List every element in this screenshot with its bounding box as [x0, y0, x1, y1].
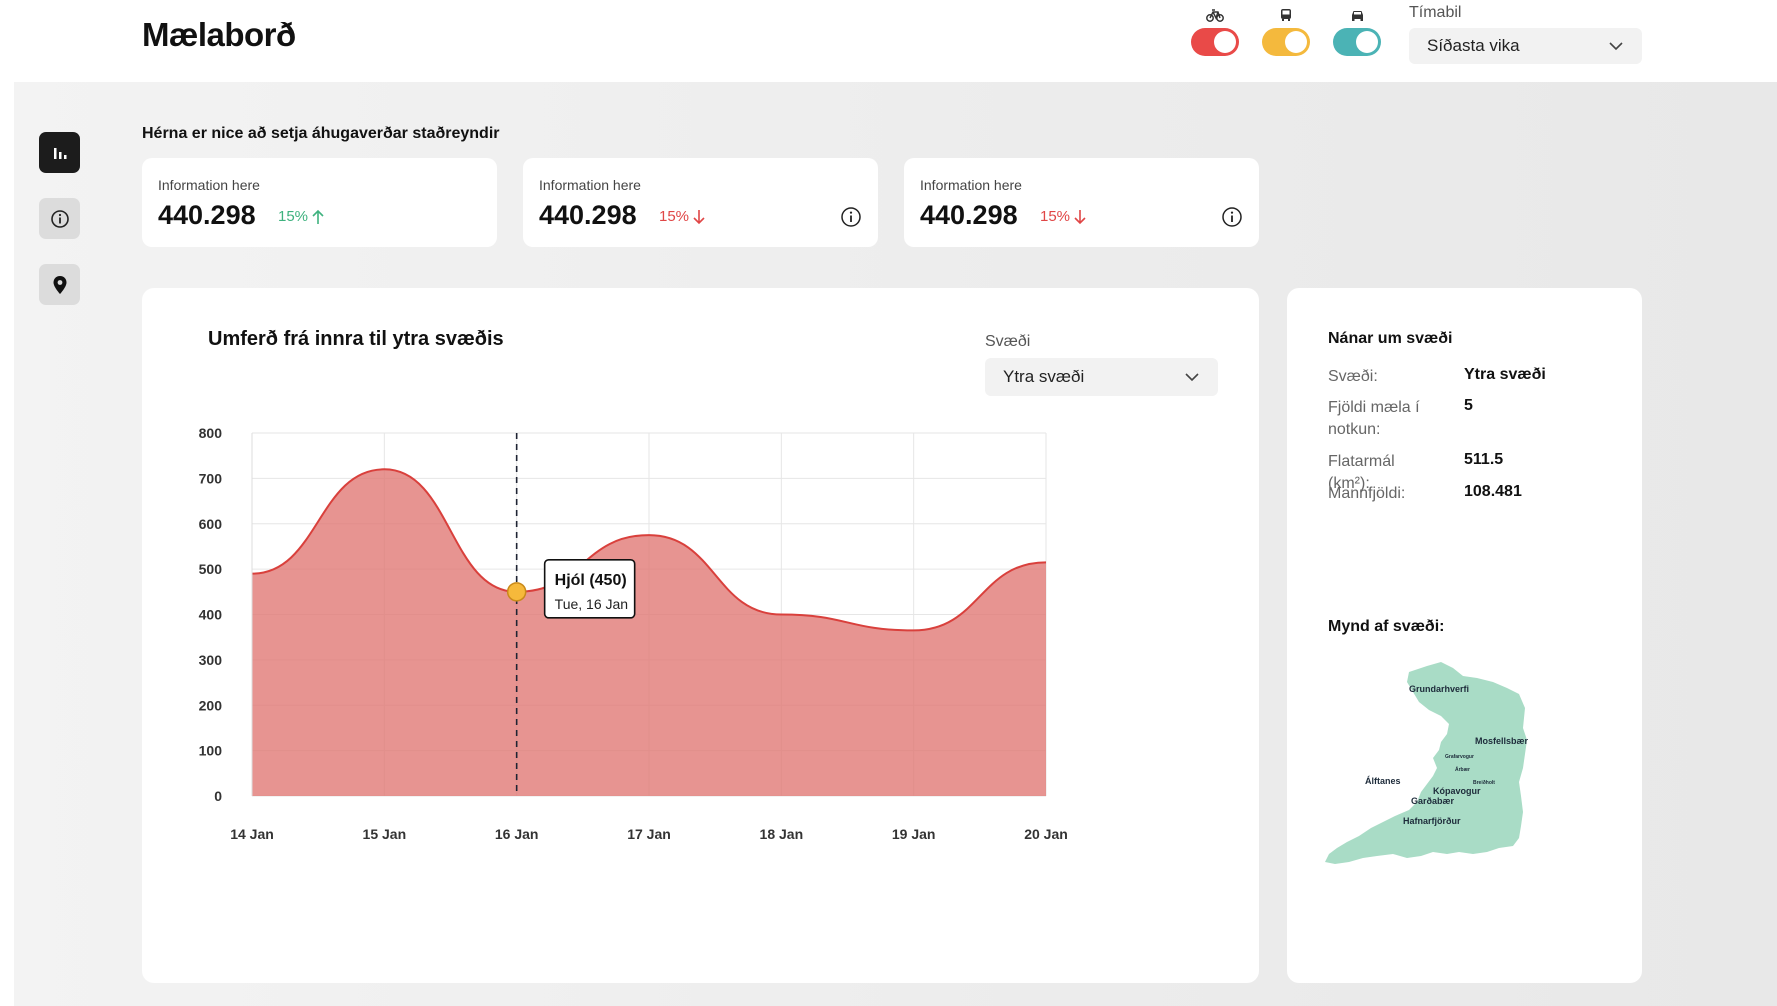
stat-change-value: 15%	[659, 208, 690, 225]
x-tick-label: 14 Jan	[230, 826, 274, 842]
chart-card: 0 100 200 300 400 500 600 700 800 14 Jan 15 Jan 16 …	[142, 288, 1259, 983]
chevron-down-icon	[1609, 42, 1623, 51]
stat-value: 440.298	[920, 200, 1018, 230]
brand-title: Mælaborð	[142, 16, 296, 53]
map-label: Hafnarfjörður	[1403, 816, 1461, 826]
tooltip-title: Hjól (450)	[555, 572, 627, 589]
y-tick-label: 0	[214, 788, 222, 804]
detail-key: Svæði:	[1328, 368, 1378, 385]
bar-chart-icon	[53, 147, 66, 159]
arrow-up-icon	[312, 209, 324, 224]
stat-change-value: 15%	[1040, 208, 1071, 225]
chart-title: Umferð frá innra til ytra svæðis	[208, 328, 504, 350]
toggle-knob	[1214, 31, 1236, 53]
map-pin-icon	[53, 275, 66, 294]
stat-change: 15%	[1040, 208, 1087, 225]
facts-title: Hérna er nice að setja áhugaverðar staðr…	[142, 125, 500, 142]
bike-icon	[1206, 9, 1224, 22]
sidebar-item-map[interactable]	[39, 264, 80, 305]
stat-label: Information here	[158, 177, 260, 193]
bus-toggle-group	[1261, 8, 1311, 56]
arrow-down-icon	[1074, 209, 1086, 224]
details-title: Nánar um svæði	[1328, 330, 1453, 347]
top-bar: Mælaborð Tímabil Síðasta vika	[0, 0, 1777, 82]
stat-label: Information here	[539, 177, 641, 193]
chevron-down-icon	[1185, 373, 1199, 382]
bike-toggle-group	[1190, 8, 1240, 56]
period-select[interactable]: Síðasta vika	[1409, 28, 1642, 64]
detail-value: 5	[1464, 397, 1473, 414]
detail-value: 511.5	[1464, 451, 1504, 468]
x-tick-label: 15 Jan	[363, 826, 407, 842]
sidebar-item-info[interactable]	[39, 198, 80, 239]
region-details-card: Nánar um svæði Svæði: Ytra svæði Fjöldi …	[1287, 288, 1642, 983]
main-area: Hérna er nice að setja áhugaverðar staðr…	[14, 82, 1777, 1006]
map-label: Kópavogur	[1433, 786, 1481, 796]
stat-card: Information here 440.298 15%	[904, 158, 1259, 247]
toggle-knob	[1356, 31, 1378, 53]
map-label: Grundarhverfi	[1409, 684, 1469, 694]
stat-card: Information here 440.298 15%	[142, 158, 497, 247]
sidebar-item-dashboard[interactable]	[39, 132, 80, 173]
toggle-knob	[1285, 31, 1307, 53]
car-toggle[interactable]	[1333, 28, 1381, 56]
y-tick-label: 500	[199, 561, 223, 577]
y-tick-label: 100	[199, 743, 223, 759]
map-label: Garðabær	[1411, 796, 1455, 806]
stat-change: 15%	[278, 208, 325, 225]
car-toggle-group	[1332, 8, 1382, 56]
map-label: Mosfellsbær	[1475, 736, 1529, 746]
y-tick-label: 200	[199, 697, 223, 713]
x-tick-label: 20 Jan	[1024, 826, 1068, 842]
y-tick-label: 800	[199, 425, 223, 441]
region-select[interactable]: Ytra svæði	[985, 358, 1218, 396]
x-tick-label: 16 Jan	[495, 826, 539, 842]
bus-toggle[interactable]	[1262, 28, 1310, 56]
x-tick-label: 17 Jan	[627, 826, 671, 842]
period-label: Tímabil	[1409, 4, 1462, 21]
stat-change: 15%	[659, 208, 706, 225]
y-tick-label: 700	[199, 470, 223, 486]
bike-toggle[interactable]	[1191, 28, 1239, 56]
stat-value: 440.298	[158, 200, 256, 230]
period-select-value: Síðasta vika	[1427, 36, 1520, 55]
info-icon[interactable]	[840, 206, 862, 228]
info-icon[interactable]	[1221, 206, 1243, 228]
stat-label: Information here	[920, 177, 1022, 193]
detail-value: Ytra svæði	[1464, 366, 1546, 383]
bus-icon	[1281, 9, 1291, 21]
map-label: Árbær	[1455, 766, 1470, 773]
region-label: Svæði	[985, 333, 1031, 350]
region-map[interactable]: Grundarhverfi Mosfellsbær Grafarvogur Ár…	[1323, 658, 1608, 898]
x-tick-label: 19 Jan	[892, 826, 936, 842]
y-tick-label: 400	[199, 607, 223, 623]
map-label: Breiðholt	[1473, 779, 1495, 786]
map-title: Mynd af svæði:	[1328, 618, 1445, 635]
detail-key: Fjöldi mæla í notkun:	[1328, 399, 1420, 439]
stat-card: Information here 440.298 15%	[523, 158, 878, 247]
map-label: Grafarvogur	[1445, 754, 1474, 760]
region-select-value: Ytra svæði	[1003, 367, 1085, 386]
tooltip-subtitle: Tue, 16 Jan	[555, 596, 628, 612]
y-tick-label: 600	[199, 516, 223, 532]
detail-value: 108.481	[1464, 483, 1522, 500]
x-tick-label: 18 Jan	[760, 826, 804, 842]
y-tick-label: 300	[199, 652, 223, 668]
stat-value: 440.298	[539, 200, 637, 230]
data-point-highlight	[506, 582, 527, 602]
detail-key: Mannfjöldi:	[1328, 485, 1406, 502]
info-icon	[50, 209, 69, 228]
car-icon	[1351, 11, 1363, 21]
stat-change-value: 15%	[278, 208, 309, 225]
map-label: Álftanes	[1365, 776, 1401, 786]
arrow-down-icon	[693, 209, 705, 224]
